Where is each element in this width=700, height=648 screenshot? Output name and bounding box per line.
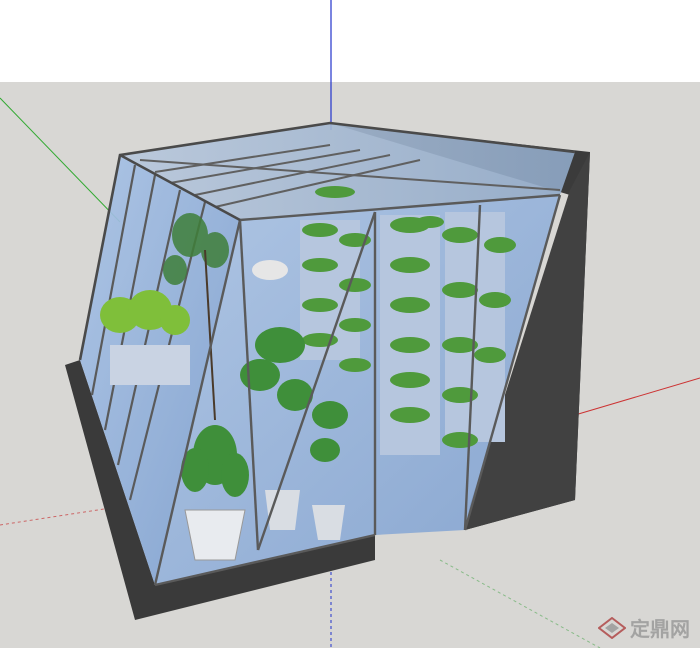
diamond-logo-icon [598, 616, 626, 639]
watermark: 定鼎网 [598, 613, 690, 642]
sky [0, 0, 700, 82]
greenhouse-render [0, 0, 700, 648]
watermark-text: 定鼎网 [630, 617, 690, 641]
